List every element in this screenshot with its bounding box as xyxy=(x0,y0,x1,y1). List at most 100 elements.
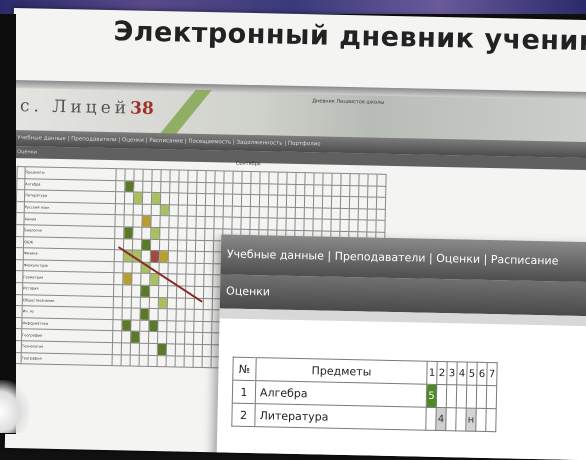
grade-cell[interactable] xyxy=(115,180,125,193)
grade-cell[interactable] xyxy=(124,203,134,216)
grade-cell[interactable] xyxy=(202,344,212,357)
grade-cell[interactable] xyxy=(313,196,323,208)
grade-cell[interactable] xyxy=(322,184,332,197)
grade-cell[interactable] xyxy=(267,218,278,231)
grade-cell[interactable] xyxy=(133,203,143,216)
grade-cell[interactable] xyxy=(187,193,197,206)
grade-cell[interactable] xyxy=(157,320,167,333)
grade-cell[interactable] xyxy=(205,205,215,218)
grade-cell[interactable] xyxy=(175,309,186,321)
grade-cell[interactable] xyxy=(204,216,215,229)
grade-cell[interactable] xyxy=(114,249,124,262)
grade-cell[interactable] xyxy=(295,184,305,196)
grade-cell[interactable] xyxy=(177,227,187,240)
grade-cell[interactable] xyxy=(115,203,125,216)
grade-cell[interactable] xyxy=(185,274,195,287)
grade-cell[interactable] xyxy=(456,384,467,409)
grade-cell[interactable] xyxy=(205,182,215,194)
grade-cell[interactable] xyxy=(166,355,176,368)
grade-cell[interactable] xyxy=(139,308,150,321)
grade-cell[interactable] xyxy=(195,228,205,241)
grade-cell[interactable] xyxy=(168,239,178,252)
grade-cell[interactable] xyxy=(184,344,194,356)
grade-cell[interactable] xyxy=(132,238,142,251)
grade-cell[interactable] xyxy=(204,228,214,241)
grade-cell[interactable] xyxy=(151,192,161,205)
grade-cell[interactable] xyxy=(213,217,224,229)
grade-cell[interactable] xyxy=(178,204,188,217)
grade-cell[interactable] xyxy=(277,195,287,208)
grade-cell[interactable] xyxy=(250,183,260,195)
grade-cell[interactable] xyxy=(376,197,386,210)
grade-cell[interactable] xyxy=(304,207,314,220)
grade-cell[interactable] xyxy=(194,274,204,287)
grade-cell[interactable] xyxy=(132,227,142,239)
grade-cell[interactable] xyxy=(140,285,150,297)
grade-cell[interactable] xyxy=(475,408,487,432)
grade-cell[interactable] xyxy=(268,206,278,219)
grade-cell[interactable] xyxy=(131,284,141,297)
grade-cell[interactable] xyxy=(168,250,178,263)
grade-cell[interactable] xyxy=(175,355,185,368)
grade-cell[interactable] xyxy=(339,219,350,232)
grade-cell[interactable] xyxy=(268,183,278,196)
grade-cell[interactable] xyxy=(375,220,386,233)
grade-cell[interactable] xyxy=(151,181,161,193)
grade-cell[interactable] xyxy=(349,208,359,221)
grade-cell[interactable] xyxy=(196,193,206,206)
grade-cell[interactable] xyxy=(184,355,194,368)
grade-cell[interactable] xyxy=(259,194,269,207)
grade-cell[interactable] xyxy=(232,182,242,195)
grade-cell[interactable] xyxy=(150,250,160,263)
grade-cell[interactable] xyxy=(222,217,233,230)
grade-cell[interactable] xyxy=(196,181,206,194)
grade-cell[interactable] xyxy=(202,321,212,334)
grade-cell[interactable] xyxy=(140,273,150,286)
grade-cell[interactable]: н xyxy=(465,408,477,432)
grade-cell[interactable] xyxy=(149,273,159,286)
grade-cell[interactable] xyxy=(202,332,212,345)
grade-cell[interactable] xyxy=(357,220,368,232)
grade-cell[interactable] xyxy=(214,182,224,195)
grade-cell[interactable] xyxy=(376,208,386,221)
grade-cell[interactable] xyxy=(276,218,287,231)
grade-cell[interactable] xyxy=(203,298,213,310)
grade-cell[interactable] xyxy=(186,239,196,252)
grade-cell[interactable] xyxy=(139,319,149,332)
grade-cell[interactable] xyxy=(132,215,143,228)
grade-cell[interactable] xyxy=(425,407,437,431)
grade-cell[interactable] xyxy=(140,296,150,309)
grade-cell[interactable] xyxy=(268,195,278,207)
grade-cell[interactable] xyxy=(167,297,177,310)
grade-cell[interactable] xyxy=(115,191,125,204)
grade-cell[interactable] xyxy=(159,250,169,263)
grade-cell[interactable] xyxy=(313,207,323,220)
grade-cell[interactable] xyxy=(160,192,170,205)
grade-cell[interactable] xyxy=(203,286,213,299)
grade-cell[interactable] xyxy=(123,226,133,239)
grade-cell[interactable] xyxy=(446,384,457,408)
grade-cell[interactable] xyxy=(304,195,314,208)
grade-cell[interactable] xyxy=(169,204,179,217)
grade-cell[interactable] xyxy=(249,217,260,230)
grade-cell[interactable] xyxy=(175,332,185,345)
grade-cell[interactable] xyxy=(304,184,314,197)
grade-cell[interactable] xyxy=(168,227,178,240)
grade-cell[interactable] xyxy=(150,238,160,251)
grade-cell[interactable] xyxy=(295,207,305,219)
grade-cell[interactable] xyxy=(214,193,224,206)
grade-cell[interactable] xyxy=(142,192,152,205)
grade-cell[interactable] xyxy=(121,342,131,355)
grade-cell[interactable] xyxy=(331,207,341,220)
grade-cell[interactable] xyxy=(112,354,122,366)
grade-cell[interactable] xyxy=(123,238,133,251)
grade-cell[interactable] xyxy=(113,261,124,274)
grade-cell[interactable] xyxy=(139,331,149,344)
grade-cell[interactable] xyxy=(286,183,296,196)
grade-cell[interactable] xyxy=(157,331,167,344)
grade-cell[interactable] xyxy=(223,205,233,218)
grade-cell[interactable] xyxy=(358,185,368,198)
grade-cell[interactable] xyxy=(185,262,196,275)
grade-cell[interactable] xyxy=(169,192,179,205)
grade-cell[interactable] xyxy=(166,308,177,321)
